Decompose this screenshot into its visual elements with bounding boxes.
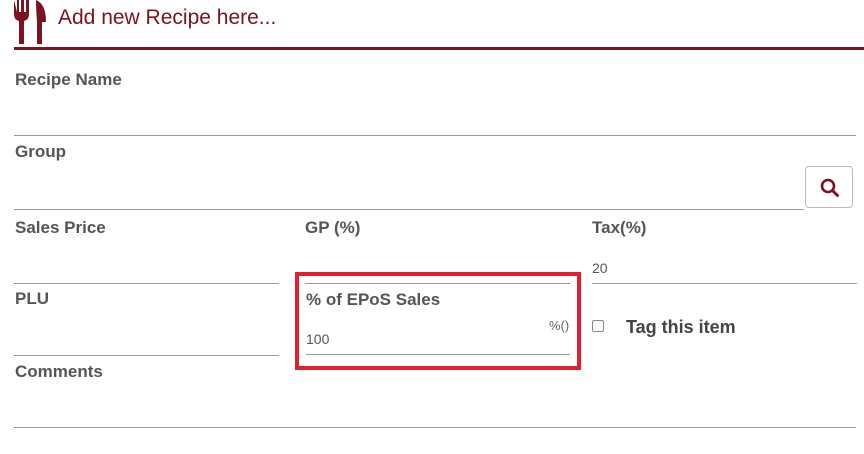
search-icon bbox=[820, 178, 839, 197]
epos-sales-label: % of EPoS Sales bbox=[306, 290, 441, 309]
header-divider bbox=[14, 47, 864, 50]
plu-input[interactable] bbox=[14, 330, 279, 356]
page-header: Add new Recipe here... bbox=[0, 0, 864, 50]
tag-item-label[interactable]: Tag this item bbox=[626, 317, 736, 338]
page-title: Add new Recipe here... bbox=[58, 6, 277, 29]
group-search-button[interactable] bbox=[805, 166, 853, 208]
epos-sales-highlight bbox=[295, 272, 581, 370]
plu-label: PLU bbox=[15, 289, 49, 308]
sales-price-input[interactable] bbox=[14, 258, 279, 284]
tax-label: Tax(%) bbox=[592, 218, 647, 237]
comments-input[interactable] bbox=[14, 402, 856, 428]
tax-input[interactable] bbox=[592, 252, 857, 284]
recipe-name-label: Recipe Name bbox=[15, 70, 122, 89]
sales-price-label: Sales Price bbox=[15, 218, 106, 237]
gp-label: GP (%) bbox=[305, 218, 361, 237]
fork-knife-icon bbox=[12, 0, 48, 44]
comments-label: Comments bbox=[15, 362, 103, 381]
recipe-name-input[interactable] bbox=[14, 112, 856, 136]
epos-sales-input[interactable] bbox=[306, 323, 570, 355]
group-input[interactable] bbox=[14, 185, 804, 210]
epos-sales-suffix: %() bbox=[549, 318, 570, 333]
tag-item-checkbox[interactable] bbox=[592, 320, 604, 332]
group-label: Group bbox=[15, 142, 66, 161]
